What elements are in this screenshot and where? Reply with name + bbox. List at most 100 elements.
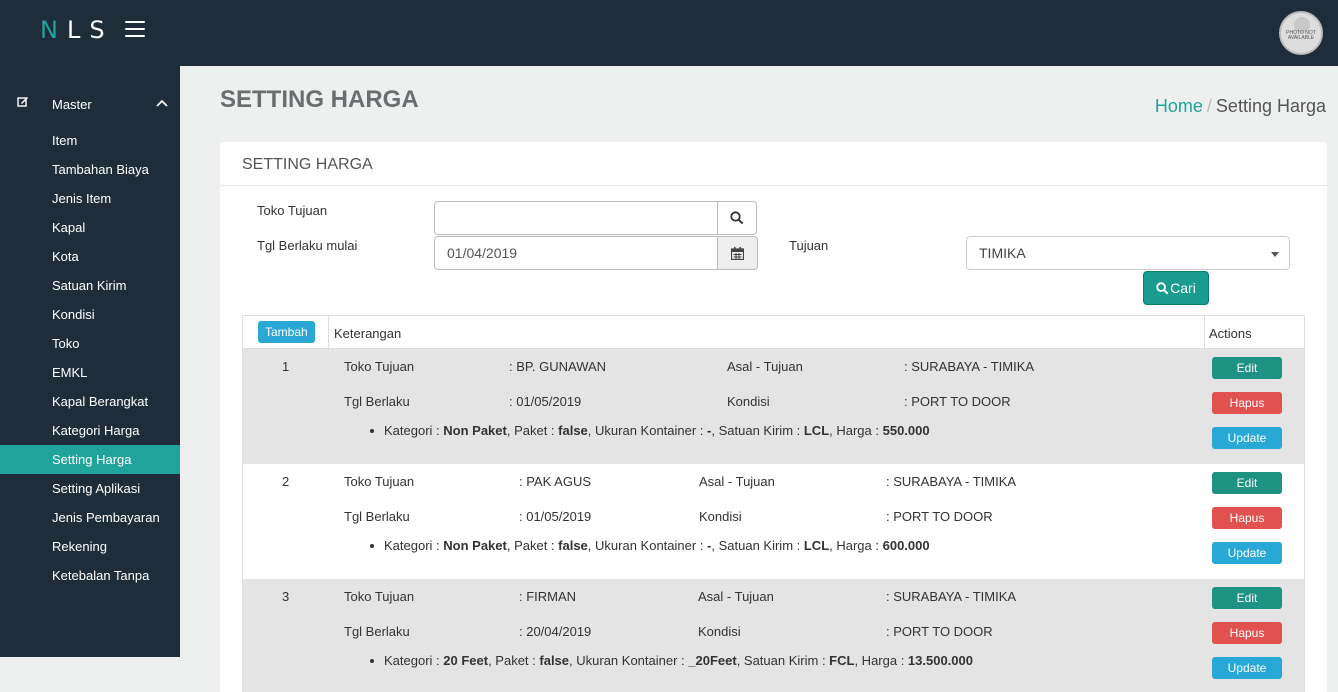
column-header-actions: Actions xyxy=(1209,326,1252,341)
tgl-berlaku-input[interactable]: 01/04/2019 xyxy=(434,236,718,270)
list-bullet xyxy=(370,659,374,663)
hapus-button[interactable]: Hapus xyxy=(1212,622,1282,644)
sidebar-item-kondisi[interactable]: Kondisi xyxy=(0,300,180,329)
toko-tujuan-label: Toko Tujuan xyxy=(344,474,415,489)
column-header-keterangan: Keterangan xyxy=(334,326,402,341)
tgl-berlaku-value: : 01/05/2019 xyxy=(519,509,592,524)
row-number: 1 xyxy=(282,359,290,374)
tgl-berlaku-label: Tgl Berlaku mulai xyxy=(257,238,358,253)
row-number: 3 xyxy=(282,589,290,604)
toko-tujuan-input[interactable] xyxy=(434,201,718,235)
panel-title: SETTING HARGA xyxy=(220,142,1327,186)
tujuan-label: Tujuan xyxy=(789,238,829,253)
tgl-berlaku-value: : 20/04/2019 xyxy=(519,624,592,639)
list-bullet xyxy=(370,544,374,548)
sidebar-item-ketebalan-tanpa[interactable]: Ketebalan Tanpa xyxy=(0,561,180,590)
sidebar-item-item[interactable]: Item xyxy=(0,126,180,155)
sidebar-item-jenis-pembayaran[interactable]: Jenis Pembayaran xyxy=(0,503,180,532)
user-avatar[interactable]: PHOTO NOT AVAILABLE xyxy=(1279,11,1323,55)
kategori-detail: Kategori : Non Paket, Paket : false, Uku… xyxy=(384,423,930,438)
sidebar-item-toko[interactable]: Toko xyxy=(0,329,180,358)
kondisi-label: Kondisi xyxy=(727,394,770,409)
calendar-button[interactable] xyxy=(717,236,758,270)
sidebar-item-kapal[interactable]: Kapal xyxy=(0,213,180,242)
sidebar-group-label: Master xyxy=(52,97,92,112)
chevron-up-icon xyxy=(156,99,168,107)
kondisi-value: : PORT TO DOOR xyxy=(886,624,993,639)
table-header: Tambah Keterangan Actions xyxy=(243,316,1304,349)
kategori-detail: Kategori : 20 Feet, Paket : false, Ukura… xyxy=(384,653,973,668)
kategori-detail: Kategori : Non Paket, Paket : false, Uku… xyxy=(384,538,930,553)
sidebar-item-emkl[interactable]: EMKL xyxy=(0,358,180,387)
dropdown-caret-icon xyxy=(1271,252,1279,257)
edit-button[interactable]: Edit xyxy=(1212,357,1282,379)
sidebar-item-kapal-berangkat[interactable]: Kapal Berangkat xyxy=(0,387,180,416)
kondisi-value: : PORT TO DOOR xyxy=(886,509,993,524)
sidebar-item-rekening[interactable]: Rekening xyxy=(0,532,180,561)
sidebar-item-setting-aplikasi[interactable]: Setting Aplikasi xyxy=(0,474,180,503)
asal-tujuan-value: : SURABAYA - TIMIKA xyxy=(904,359,1035,374)
setting-harga-panel: SETTING HARGA Toko Tujuan Tgl Berlaku mu… xyxy=(220,142,1327,692)
asal-tujuan-label: Asal - Tujuan xyxy=(727,359,803,374)
hapus-button[interactable]: Hapus xyxy=(1212,392,1282,414)
update-button[interactable]: Update xyxy=(1212,427,1282,449)
breadcrumb: Home / Setting Harga xyxy=(1155,96,1326,117)
breadcrumb-separator: / xyxy=(1206,96,1212,116)
sidebar-item-satuan-kirim[interactable]: Satuan Kirim xyxy=(0,271,180,300)
row-number: 2 xyxy=(282,474,290,489)
breadcrumb-current: Setting Harga xyxy=(1215,96,1326,116)
sidebar-item-kategori-harga[interactable]: Kategori Harga xyxy=(0,416,180,445)
sidebar-item-setting-harga[interactable]: Setting Harga xyxy=(0,445,180,474)
tgl-berlaku-value: : 01/05/2019 xyxy=(509,394,582,409)
table-row: 2 Toko Tujuan : PAK AGUS Asal - Tujuan : SUR… xyxy=(243,464,1304,579)
asal-tujuan-value: : SURABAYA - TIMIKA xyxy=(886,589,1017,604)
table-row: 3 Toko Tujuan : FIRMAN Asal - Tujuan : SURAB… xyxy=(243,579,1304,692)
sidebar-item-kota[interactable]: Kota xyxy=(0,242,180,271)
table-body: 1 Toko Tujuan : BP. GUNAWAN Asal - Tujuan : … xyxy=(243,349,1304,692)
toko-tujuan-value: : PAK AGUS xyxy=(519,474,592,489)
edit-icon xyxy=(17,97,28,107)
toko-tujuan-label: Toko Tujuan xyxy=(257,203,328,218)
calendar-icon xyxy=(731,246,744,260)
kondisi-value: : PORT TO DOOR xyxy=(904,394,1011,409)
sidebar: Master Item Tambahan Biaya Jenis Item Kapal… xyxy=(0,66,180,657)
cari-button-label: Cari xyxy=(1170,280,1196,296)
kondisi-label: Kondisi xyxy=(699,509,742,524)
table-row: 1 Toko Tujuan : BP. GUNAWAN Asal - Tujuan : … xyxy=(243,349,1304,464)
sidebar-menu: Item Tambahan Biaya Jenis Item Kapal Kota Sat… xyxy=(0,126,180,590)
tgl-berlaku-label: Tgl Berlaku xyxy=(344,394,410,409)
search-icon xyxy=(730,211,744,225)
hapus-button[interactable]: Hapus xyxy=(1212,507,1282,529)
sidebar-item-jenis-item[interactable]: Jenis Item xyxy=(0,184,180,213)
setting-harga-table: Tambah Keterangan Actions 1 Toko Tujuan : … xyxy=(242,315,1305,692)
toko-tujuan-label: Toko Tujuan xyxy=(344,359,415,374)
sidebar-item-tambahan-biaya[interactable]: Tambahan Biaya xyxy=(0,155,180,184)
list-bullet xyxy=(370,429,374,433)
cari-button[interactable]: Cari xyxy=(1143,271,1209,305)
asal-tujuan-label: Asal - Tujuan xyxy=(699,474,775,489)
tambah-button[interactable]: Tambah xyxy=(258,321,315,343)
asal-tujuan-label: Asal - Tujuan xyxy=(698,589,774,604)
tujuan-select[interactable]: TIMIKA xyxy=(966,236,1290,270)
edit-button[interactable]: Edit xyxy=(1212,472,1282,494)
page-title: SETTING HARGA xyxy=(220,86,419,113)
toko-tujuan-value: : BP. GUNAWAN xyxy=(509,359,607,374)
update-button[interactable]: Update xyxy=(1212,542,1282,564)
toko-tujuan-value: : FIRMAN xyxy=(519,589,577,604)
update-button[interactable]: Update xyxy=(1212,657,1282,679)
app-logo[interactable]: NLS xyxy=(40,16,114,44)
search-toko-button[interactable] xyxy=(717,201,757,235)
sidebar-group-master[interactable]: Master xyxy=(0,92,180,116)
breadcrumb-home-link[interactable]: Home xyxy=(1155,96,1203,116)
edit-button[interactable]: Edit xyxy=(1212,587,1282,609)
tgl-berlaku-label: Tgl Berlaku xyxy=(344,509,410,524)
avatar-placeholder-text: PHOTO NOT AVAILABLE xyxy=(1286,30,1316,41)
menu-toggle-icon[interactable] xyxy=(125,21,145,39)
kondisi-label: Kondisi xyxy=(698,624,741,639)
search-icon xyxy=(1156,281,1169,294)
top-navbar: NLS PHOTO NOT AVAILABLE xyxy=(0,0,1338,66)
tujuan-selected-value: TIMIKA xyxy=(979,245,1026,261)
tgl-berlaku-label: Tgl Berlaku xyxy=(344,624,410,639)
toko-tujuan-label: Toko Tujuan xyxy=(344,589,415,604)
asal-tujuan-value: : SURABAYA - TIMIKA xyxy=(886,474,1017,489)
